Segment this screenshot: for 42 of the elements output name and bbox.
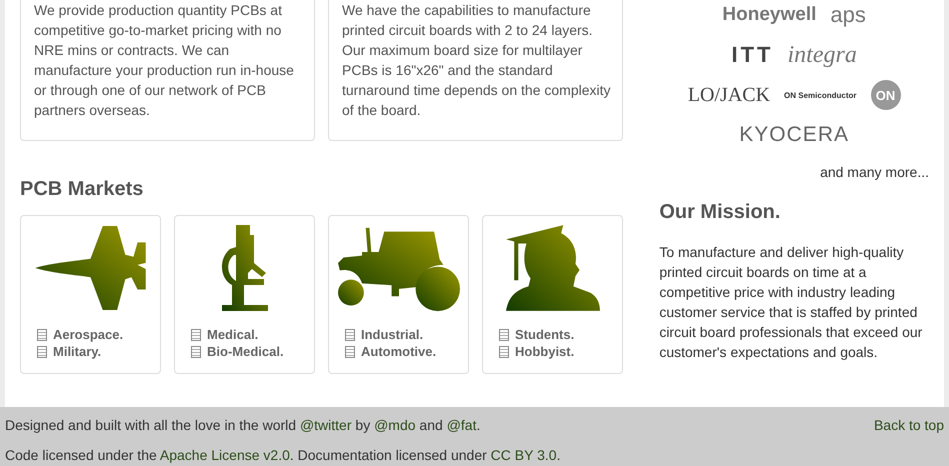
glyph-box-icon xyxy=(37,328,47,340)
client-logo: ON xyxy=(870,80,900,110)
market-label: Automotive. xyxy=(361,344,436,359)
glyph-box-icon xyxy=(499,328,509,340)
tractor-icon xyxy=(336,227,460,312)
client-logo: KYOCERA xyxy=(739,123,849,147)
client-logo: ITT xyxy=(731,42,774,68)
glyph-box-icon xyxy=(37,346,47,358)
market-label: Hobbyist. xyxy=(515,344,574,359)
market-label: Bio-Medical. xyxy=(207,344,284,359)
client-logo: LO/JACK xyxy=(688,84,770,106)
footer-link[interactable]: @mdo xyxy=(374,417,416,433)
client-logo: integra xyxy=(787,42,857,68)
section-title: Our Mission. xyxy=(659,200,782,224)
market-label: Military. xyxy=(53,344,102,359)
client-logo: ON Semiconductor xyxy=(784,90,856,100)
section-title: PCB Markets xyxy=(20,177,144,201)
footer-link[interactable]: CC BY 3.0 xyxy=(490,447,557,463)
client-logo: aps xyxy=(830,2,866,28)
market-label: Aerospace. xyxy=(53,327,124,342)
glyph-box-icon xyxy=(345,346,355,358)
glyph-box-icon xyxy=(345,328,355,340)
glyph-box-icon xyxy=(499,346,509,358)
graduate-icon xyxy=(504,224,600,312)
glyph-box-icon xyxy=(191,346,201,358)
footer-text: Code licensed under the Apache License v2.0. Documentation licensed under CC BY 3.0. xyxy=(5,446,560,465)
footer-link[interactable]: @twitter xyxy=(300,417,352,433)
more-clients-text: and many more... xyxy=(819,164,929,180)
jet-icon xyxy=(33,224,148,312)
market-label: Medical. xyxy=(207,327,258,342)
service-text: We have the capabilities to manufacture printed circuit boards with 2 to 24 layers. Our maximum board size for multilayer PCBs is 16"x26" and the standard turnaround time depends on the complexity of the board. xyxy=(342,1,612,120)
client-logo: Honeywell xyxy=(722,4,816,26)
service-text: We provide production quantity PCBs at competitive go-to-market pricing with no NRE mins or contracts. We can manufacture your production run in-house or through one of our network of PCB partners overseas. xyxy=(34,1,295,120)
footer-link[interactable]: @fat xyxy=(446,417,476,433)
footer-link[interactable]: Apache License v2.0 xyxy=(160,447,290,463)
glyph-box-icon xyxy=(191,328,201,340)
back-to-top-link[interactable]: Back to top xyxy=(874,415,944,466)
market-label: Students. xyxy=(515,327,574,342)
microscope-icon xyxy=(220,224,270,312)
footer-text: Designed and built with all the love in the world @twitter by @mdo and @fat. xyxy=(5,416,482,435)
mission-paragraph: To manufacture and deliver high-quality printed circuit boards on time at a competitive price with industry leading customer service that is staffed by printed circuit board professionals that exceed our customer's expectations and goals. xyxy=(659,243,924,362)
market-label: Industrial. xyxy=(361,327,424,342)
